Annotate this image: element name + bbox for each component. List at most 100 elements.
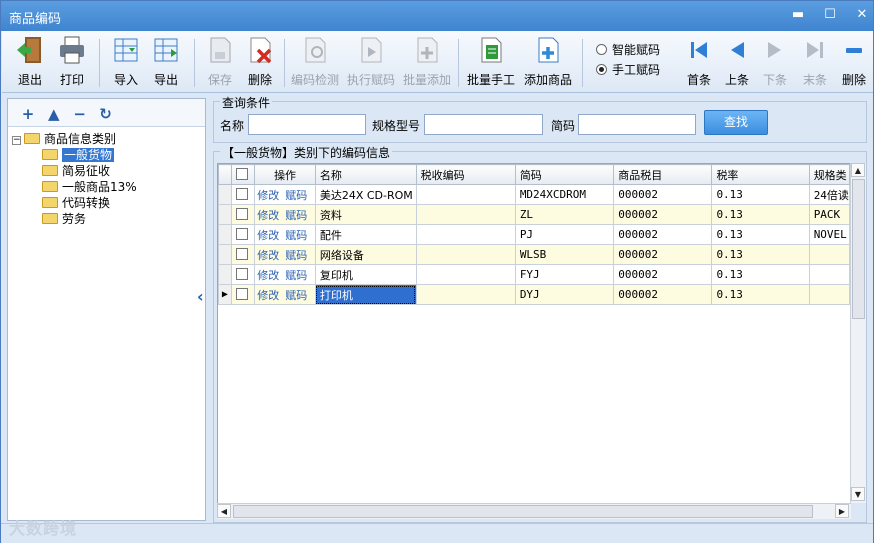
- tree-item-simple-levy[interactable]: 简易征收: [42, 163, 110, 179]
- import-button[interactable]: 导入: [106, 35, 146, 91]
- cell-taxcode[interactable]: [415, 244, 516, 265]
- add-product-button[interactable]: 添加商品: [520, 35, 576, 91]
- nav-delete-button[interactable]: 删除: [838, 35, 870, 91]
- assign-code-button[interactable]: 执行赋码: [344, 35, 398, 91]
- cell-rate[interactable]: 0.13: [711, 224, 810, 245]
- scroll-up-icon[interactable]: ▲: [851, 163, 865, 177]
- check-code-button[interactable]: 编码检测: [288, 35, 342, 91]
- header-item[interactable]: 商品税目: [613, 164, 713, 185]
- cell-short[interactable]: MD24XCDROM: [514, 184, 615, 205]
- cell-taxcode[interactable]: [415, 264, 516, 285]
- assign-link[interactable]: 赋码: [285, 269, 307, 282]
- refresh-icon[interactable]: ↻: [97, 105, 113, 123]
- tree-item-service[interactable]: 劳务: [42, 211, 86, 227]
- last-record-button[interactable]: 末条: [798, 35, 832, 91]
- cell-name[interactable]: 网络设备: [314, 244, 417, 265]
- table-row[interactable]: 修改 赋码 资料 ZL 000002 0.13 PACK: [218, 204, 850, 225]
- search-button[interactable]: 查找: [704, 110, 768, 135]
- header-taxcode[interactable]: 税收编码: [415, 164, 516, 185]
- header-spec[interactable]: 规格类: [808, 164, 850, 185]
- scroll-left-icon[interactable]: ◀: [217, 504, 231, 518]
- maximize-button[interactable]: ☐: [819, 5, 841, 25]
- batch-add-button[interactable]: 批量添加: [400, 35, 454, 91]
- next-record-button[interactable]: 下条: [758, 35, 792, 91]
- assign-link[interactable]: 赋码: [285, 289, 307, 302]
- checkbox-icon[interactable]: [235, 188, 248, 200]
- assign-link[interactable]: 赋码: [285, 189, 307, 202]
- code-input[interactable]: [578, 114, 696, 135]
- cell-name[interactable]: 资料: [314, 204, 417, 225]
- edit-link[interactable]: 修改: [257, 229, 279, 242]
- table-row[interactable]: 修改 赋码 网络设备 WLSB 000002 0.13: [218, 244, 850, 265]
- name-input[interactable]: [248, 114, 366, 135]
- cell-spec[interactable]: 24倍读: [808, 184, 850, 205]
- edit-link[interactable]: 修改: [257, 209, 279, 222]
- cell-short[interactable]: PJ: [514, 224, 615, 245]
- edit-link[interactable]: 修改: [257, 269, 279, 282]
- checkbox-icon[interactable]: [235, 168, 248, 180]
- cell-item[interactable]: 000002: [613, 224, 713, 245]
- tree-item-code-convert[interactable]: 代码转换: [42, 195, 110, 211]
- cell-item[interactable]: 000002: [613, 204, 713, 225]
- tree-root[interactable]: − 商品信息类别: [12, 131, 116, 147]
- checkbox-icon[interactable]: [235, 268, 248, 280]
- cell-item[interactable]: 000002: [613, 244, 713, 265]
- scroll-right-icon[interactable]: ▶: [835, 504, 849, 518]
- header-short[interactable]: 简码: [514, 164, 615, 185]
- cell-taxcode[interactable]: [415, 204, 516, 225]
- smart-assign-radio[interactable]: 智能赋码: [596, 41, 660, 61]
- assign-link[interactable]: 赋码: [285, 229, 307, 242]
- cell-spec[interactable]: PACK: [808, 204, 850, 225]
- minimize-button[interactable]: ▬: [787, 5, 809, 25]
- delete-button[interactable]: 删除: [240, 35, 280, 91]
- row-select-cell[interactable]: [230, 264, 256, 285]
- cell-rate[interactable]: 0.13: [711, 244, 810, 265]
- cell-short[interactable]: ZL: [514, 204, 615, 225]
- edit-link[interactable]: 修改: [257, 289, 279, 302]
- tree-item-general-goods[interactable]: 一般货物: [42, 147, 115, 163]
- cell-name[interactable]: 打印机: [314, 284, 417, 305]
- row-select-cell[interactable]: [230, 284, 256, 305]
- checkbox-icon[interactable]: [235, 248, 248, 260]
- cell-short[interactable]: WLSB: [514, 244, 615, 265]
- header-rate[interactable]: 税率: [711, 164, 810, 185]
- header-name[interactable]: 名称: [314, 164, 417, 185]
- cell-short[interactable]: DYJ: [514, 284, 615, 305]
- cell-item[interactable]: 000002: [613, 184, 713, 205]
- cell-rate[interactable]: 0.13: [711, 204, 810, 225]
- horizontal-scrollbar[interactable]: ◀ ▶: [217, 503, 851, 519]
- row-select-cell[interactable]: [230, 204, 256, 225]
- checkbox-icon[interactable]: [235, 228, 248, 240]
- collapse-icon[interactable]: −: [12, 136, 21, 145]
- cell-name[interactable]: 美达24X CD-ROM: [314, 184, 417, 205]
- checkbox-icon[interactable]: [235, 208, 248, 220]
- row-select-cell[interactable]: [230, 224, 256, 245]
- row-select-cell[interactable]: [230, 244, 256, 265]
- save-button[interactable]: 保存: [200, 35, 240, 91]
- header-ops[interactable]: 操作: [254, 164, 316, 185]
- move-up-icon[interactable]: ▲: [46, 105, 62, 123]
- cell-rate[interactable]: 0.13: [711, 264, 810, 285]
- print-button[interactable]: 打印: [52, 35, 92, 91]
- cell-rate[interactable]: 0.13: [711, 184, 810, 205]
- cell-name[interactable]: 复印机: [314, 264, 417, 285]
- table-row[interactable]: 修改 赋码 复印机 FYJ 000002 0.13: [218, 264, 850, 285]
- cell-taxcode[interactable]: [415, 284, 516, 305]
- cell-short[interactable]: FYJ: [514, 264, 615, 285]
- cell-spec[interactable]: [808, 264, 850, 285]
- assign-link[interactable]: 赋码: [285, 209, 307, 222]
- cell-name[interactable]: 配件: [314, 224, 417, 245]
- edit-link[interactable]: 修改: [257, 249, 279, 262]
- model-input[interactable]: [424, 114, 543, 135]
- exit-button[interactable]: 退出: [10, 35, 50, 91]
- first-record-button[interactable]: 首条: [682, 35, 716, 91]
- add-node-icon[interactable]: +: [20, 105, 36, 123]
- cell-item[interactable]: 000002: [613, 284, 713, 305]
- cell-spec[interactable]: [808, 284, 850, 305]
- horizontal-scroll-thumb[interactable]: [233, 505, 813, 518]
- cell-item[interactable]: 000002: [613, 264, 713, 285]
- cell-rate[interactable]: 0.13: [711, 284, 810, 305]
- table-row[interactable]: 修改 赋码 美达24X CD-ROM MD24XCDROM 000002 0.13 24倍读: [218, 184, 850, 205]
- collapse-panel-icon[interactable]: ‹: [197, 287, 204, 306]
- vertical-scroll-thumb[interactable]: [852, 179, 865, 319]
